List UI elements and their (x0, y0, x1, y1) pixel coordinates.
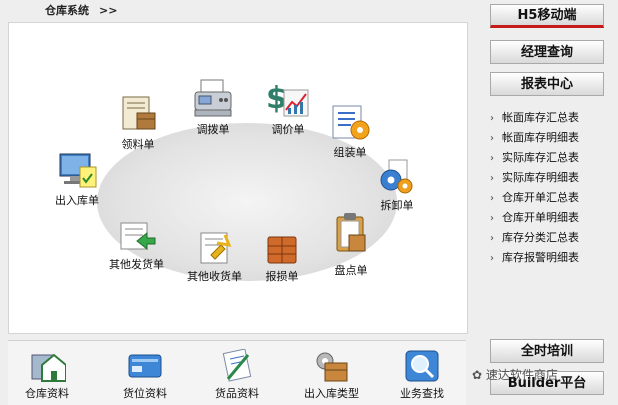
clipboard-icon (336, 213, 366, 252)
bottom-label: 业务查找 (400, 387, 444, 400)
bottom-item-io-type[interactable]: 出入库类型 (304, 349, 359, 401)
breadcrumb-arrows: >> (99, 4, 118, 17)
report-item[interactable]: › 仓库开单明细表 (490, 208, 615, 228)
report-item[interactable]: › 帐面库存汇总表 (490, 108, 615, 128)
bottom-item-warehouse[interactable]: 仓库资料 (25, 349, 69, 401)
node-qitafahuo[interactable]: 其他发货单 (109, 217, 164, 272)
report-label: 实际库存汇总表 (502, 151, 579, 164)
card-icon (128, 354, 162, 378)
bottom-label: 货品资料 (215, 387, 259, 400)
bottom-item-goods[interactable]: 货品资料 (215, 349, 259, 401)
node-diaobo[interactable]: 调拨单 (191, 78, 235, 137)
report-label: 仓库开单明细表 (502, 211, 579, 224)
document-pen-icon (222, 349, 252, 382)
training-button[interactable]: 全时培训 (490, 339, 604, 363)
watermark-text: 速达软件商店 (485, 368, 558, 382)
report-item[interactable]: › 仓库开单汇总表 (490, 188, 615, 208)
node-lingliao[interactable]: 领料单 (117, 93, 159, 152)
chevron-right-icon: › (490, 113, 494, 124)
report-label: 仓库开单汇总表 (502, 191, 579, 204)
node-label: 报损单 (265, 270, 299, 283)
bottom-label: 货位资料 (123, 387, 167, 400)
gears-icon (380, 159, 413, 194)
price-adjust-icon: $ (266, 81, 309, 117)
shipment-icon (120, 222, 155, 251)
report-label: 库存报警明细表 (502, 251, 579, 264)
bottom-item-search[interactable]: 业务查找 (400, 349, 444, 401)
report-label: 帐面库存明细表 (502, 131, 579, 144)
node-label: 盘点单 (334, 264, 368, 277)
chevron-right-icon: › (490, 193, 494, 204)
node-baosun[interactable]: 报损单 (262, 229, 302, 284)
node-label: 领料单 (121, 138, 155, 151)
report-label: 实际库存明细表 (502, 171, 579, 184)
workflow-panel: 领料单 调拨单 $ 调价单 组装单 拆卸单 出入库单 其他发货单 其他收货单 报… (8, 22, 468, 334)
bottom-label: 出入库类型 (304, 387, 359, 400)
chevron-right-icon: › (490, 173, 494, 184)
bottom-item-location[interactable]: 货位资料 (123, 349, 167, 401)
wechat-icon: ✿ (472, 368, 483, 382)
chevron-right-icon: › (490, 233, 494, 244)
chevron-right-icon: › (490, 153, 494, 164)
header-title: 仓库系统 >> (45, 2, 117, 18)
report-item[interactable]: › 库存报警明细表 (490, 248, 615, 268)
box-gear-icon (316, 352, 347, 382)
report-center-button[interactable]: 报表中心 (490, 72, 604, 96)
report-list: › 帐面库存汇总表 › 帐面库存明细表 › 实际库存汇总表 › 实际库存明细表 › 仓库开… (490, 108, 615, 268)
warehouse-icon (31, 353, 66, 382)
report-item[interactable]: › 实际库存明细表 (490, 168, 615, 188)
search-icon (405, 350, 439, 382)
node-label: 其他收货单 (187, 270, 242, 283)
receipt-icon (200, 232, 231, 264)
chevron-right-icon: › (490, 213, 494, 224)
node-tiaojia[interactable]: $ 调价单 (264, 78, 312, 137)
node-label: 其他发货单 (109, 258, 164, 271)
report-item[interactable]: › 帐面库存明细表 (490, 128, 615, 148)
manager-query-button[interactable]: 经理查询 (490, 40, 604, 64)
node-churuku[interactable]: 出入库单 (54, 151, 100, 208)
node-label: 拆卸单 (380, 199, 414, 212)
fax-machine-icon (194, 79, 232, 117)
h5-mobile-button[interactable]: H5移动端 (490, 4, 604, 28)
report-item[interactable]: › 库存分类汇总表 (490, 228, 615, 248)
monitor-icon (59, 153, 97, 188)
report-label: 库存分类汇总表 (502, 231, 579, 244)
assembly-icon (332, 105, 370, 140)
report-item[interactable]: › 实际库存汇总表 (490, 148, 615, 168)
node-label: 组装单 (333, 146, 367, 159)
requisition-icon (122, 96, 156, 130)
node-label: 调拨单 (196, 123, 230, 136)
page-title: 仓库系统 (45, 4, 89, 17)
bottom-label: 仓库资料 (25, 387, 69, 400)
node-chaixie[interactable]: 拆卸单 (377, 158, 417, 213)
node-pandian[interactable]: 盘点单 (331, 211, 371, 278)
node-label: 出入库单 (55, 194, 99, 207)
node-label: 调价单 (271, 123, 305, 136)
watermark: ✿ 速达软件商店 (472, 366, 558, 383)
node-zuzhuang[interactable]: 组装单 (329, 103, 371, 160)
chevron-right-icon: › (490, 133, 494, 144)
report-label: 帐面库存汇总表 (502, 111, 579, 124)
chevron-right-icon: › (490, 253, 494, 264)
damage-box-icon (267, 236, 297, 264)
node-qitashouhuo[interactable]: 其他收货单 (187, 229, 242, 284)
bottom-toolbar: 仓库资料 货位资料 货品资料 出入库类型 业务查找 (8, 340, 466, 405)
